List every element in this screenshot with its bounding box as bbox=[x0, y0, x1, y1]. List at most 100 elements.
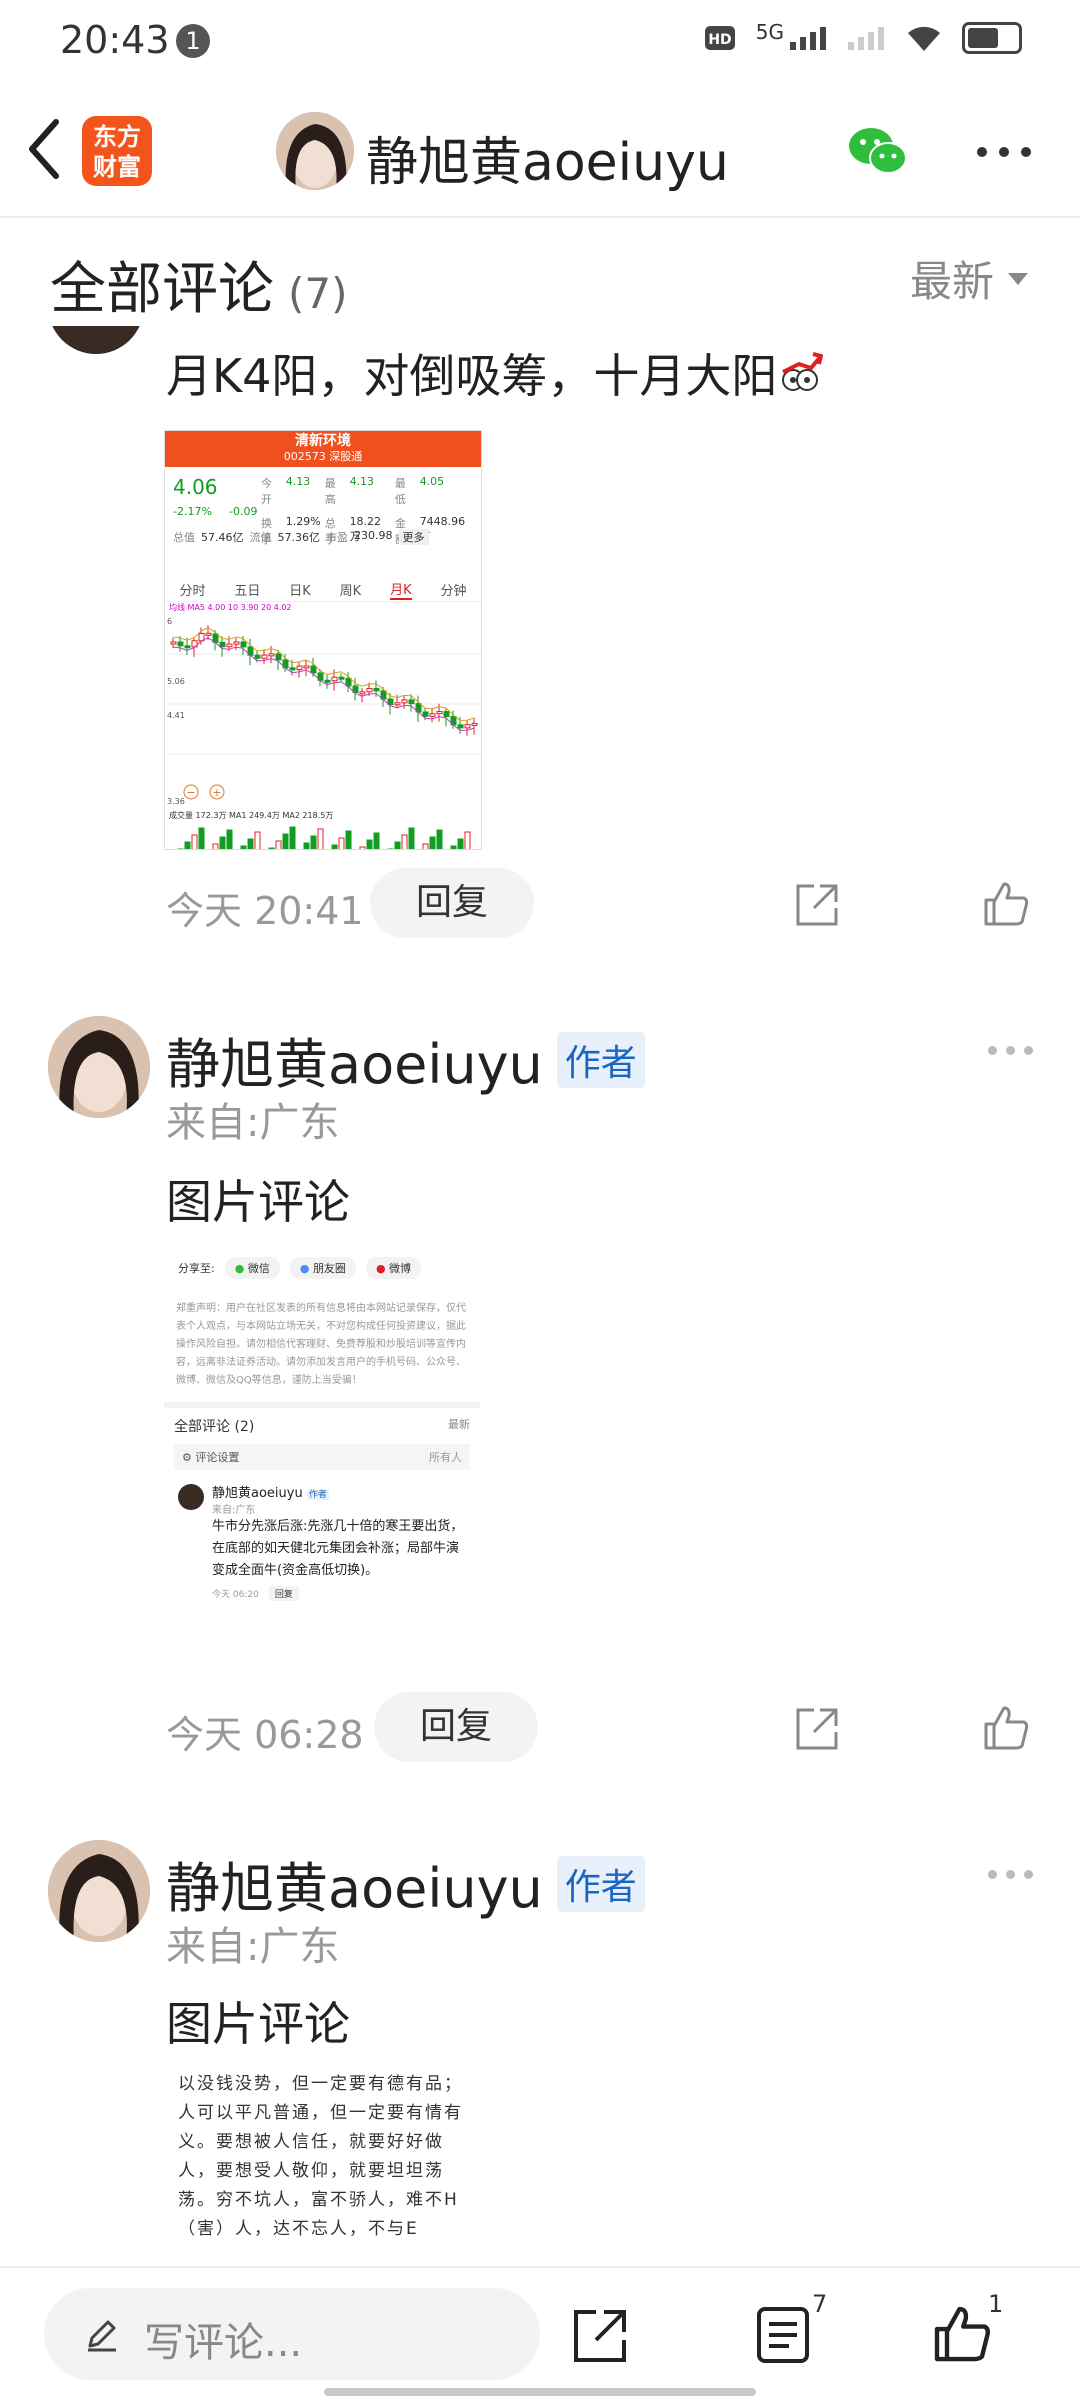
comment-more-icon[interactable] bbox=[988, 1046, 1033, 1055]
comments-list-icon[interactable] bbox=[756, 2306, 810, 2364]
svg-text:HD: HD bbox=[708, 32, 731, 48]
inner-text: 牛市分先涨后涨:先涨几十倍的寒王要出货，在底部的如天健北元集团会补涨；局部牛演变… bbox=[212, 1519, 464, 1578]
pencil-icon bbox=[88, 2320, 116, 2352]
candle-body bbox=[310, 665, 317, 674]
stock-tab: 日K bbox=[289, 583, 311, 599]
header-avatar[interactable] bbox=[276, 112, 354, 190]
volume-bar bbox=[359, 846, 366, 849]
author-row: 静旭黄aoeiuyu 作者 bbox=[166, 1844, 645, 1923]
status-icons: HD 5G bbox=[704, 20, 1022, 54]
sort-dropdown[interactable]: 最新 bbox=[910, 248, 1028, 309]
candle-body bbox=[233, 641, 240, 645]
candle-body bbox=[177, 641, 184, 647]
image-text-line: （害）人，达不忘人，不与E bbox=[178, 2219, 419, 2239]
candle-body bbox=[296, 665, 303, 671]
comment-time: 今天 20:41 bbox=[166, 889, 364, 933]
stock-tab: 周K bbox=[339, 583, 362, 599]
back-icon[interactable] bbox=[24, 114, 64, 184]
home-indicator[interactable] bbox=[324, 2388, 756, 2396]
volume-bar bbox=[450, 845, 457, 849]
volume-bar bbox=[268, 847, 275, 849]
more-button: 更多 bbox=[398, 529, 429, 545]
share-icon[interactable] bbox=[572, 2308, 628, 2364]
volume-bar bbox=[254, 831, 261, 849]
kline-chart: 6 5.06 4.41 3.36− + bbox=[165, 614, 481, 810]
price-label: 6 bbox=[167, 617, 172, 626]
volume-bar bbox=[282, 833, 289, 849]
wechat-icon[interactable] bbox=[846, 124, 910, 178]
inner-comments-header: 全部评论 (2) 最新 bbox=[164, 1408, 480, 1440]
comments-title: 全部评论 (7) bbox=[50, 244, 348, 325]
author-name[interactable]: 静旭黄aoeiuyu bbox=[166, 1020, 543, 1099]
candle-body bbox=[254, 654, 261, 659]
author-row: 静旭黄aoeiuyu 作者 bbox=[166, 1020, 645, 1099]
stock-tab: 五日 bbox=[234, 583, 261, 599]
price-label: 3.36 bbox=[167, 797, 185, 806]
candle-body bbox=[366, 687, 373, 693]
author-badge: 作者 bbox=[556, 1031, 645, 1088]
candle-body bbox=[240, 641, 247, 648]
stock-change-pct: -2.17% bbox=[173, 505, 212, 518]
candle-body bbox=[324, 679, 331, 683]
candle-body bbox=[373, 687, 380, 692]
share-target: 朋友圈 bbox=[312, 1262, 346, 1275]
quote-value: 4.05 bbox=[419, 475, 445, 488]
reply-button[interactable]: 回复 bbox=[374, 1692, 538, 1762]
stock-tab: 分时 bbox=[179, 583, 206, 599]
comments-title-text: 全部评论 bbox=[50, 257, 274, 322]
volume-bar bbox=[289, 826, 296, 849]
quote-value: 230.98 bbox=[354, 529, 393, 542]
like-icon[interactable] bbox=[982, 1704, 1030, 1752]
comment-input-placeholder[interactable]: 写评论... bbox=[144, 2310, 302, 2368]
rocket-emoji-icon bbox=[782, 352, 824, 391]
app-logo[interactable]: 东方 财富 bbox=[82, 116, 152, 186]
image-text-line: 以没钱没势，但一定要有德有品； bbox=[178, 2074, 463, 2094]
signal-icon bbox=[790, 27, 826, 50]
share-icon[interactable] bbox=[794, 1706, 840, 1752]
partial-avatar bbox=[48, 326, 144, 354]
like-icon[interactable] bbox=[932, 2304, 992, 2364]
volume-bar bbox=[373, 832, 380, 849]
more-icon[interactable] bbox=[976, 146, 1032, 158]
volume-bar bbox=[317, 828, 324, 849]
quote-label: 总值 bbox=[173, 531, 195, 544]
comment-more-icon[interactable] bbox=[988, 1870, 1033, 1879]
like-icon[interactable] bbox=[982, 880, 1030, 928]
volume-bar bbox=[247, 838, 254, 849]
stock-screenshot-image[interactable]: 清新环境 002573 深股通 4.06 -2.17% -0.09 今开 4.13… bbox=[164, 430, 482, 850]
candle-body bbox=[289, 667, 296, 671]
candle-body bbox=[457, 724, 464, 729]
inner-avatar bbox=[178, 1484, 204, 1510]
quote-value: 4.13 bbox=[285, 475, 311, 488]
disclaimer-text: 郑重声明：用户在社区发表的所有信息将由本网站记录保存，仅代表个人观点，与本网站立… bbox=[176, 1303, 466, 1386]
reply-button[interactable]: 回复 bbox=[370, 868, 534, 938]
share-icon[interactable] bbox=[794, 882, 840, 928]
stock-quote-panel: 4.06 -2.17% -0.09 今开 4.13 最高 4.13 最低 4.05 换… bbox=[165, 467, 481, 577]
ma-line: 均线 MA5 4.00 10 3.90 20 4.02 bbox=[169, 603, 292, 612]
quote-label: 市盈 bbox=[326, 531, 348, 544]
inner-comments-title: 全部评论 (2) bbox=[174, 1419, 255, 1435]
candle-body bbox=[464, 724, 471, 729]
candle-body bbox=[387, 698, 394, 706]
author-avatar[interactable] bbox=[48, 1840, 150, 1942]
volume-chart bbox=[177, 826, 471, 849]
volume-bar bbox=[240, 845, 247, 849]
text-screenshot-image[interactable]: 以没钱没势，但一定要有德有品； 人可以平凡普通，但一定要有情有 义。要想被人信任… bbox=[164, 2070, 480, 2266]
author-name[interactable]: 静旭黄aoeiuyu bbox=[166, 1844, 543, 1923]
logo-line-1: 东方 bbox=[93, 123, 141, 151]
status-time: 20:43 bbox=[60, 18, 170, 62]
volume-bar bbox=[464, 831, 471, 849]
candle-body bbox=[436, 711, 443, 715]
share-screenshot-image[interactable]: 分享至: ● 微信 ● 朋友圈 ● 微博 郑重声明：用户在社区发表的所有信息将由… bbox=[164, 1248, 480, 1672]
image-text-line: 人可以平凡普通，但一定要有情有 bbox=[178, 2103, 463, 2123]
author-badge: 作者 bbox=[556, 1855, 645, 1912]
comment-text: 图片评论 bbox=[166, 1997, 350, 2051]
share-moments: ● 朋友圈 bbox=[289, 1257, 356, 1279]
stock-price: 4.06 bbox=[173, 475, 218, 499]
candle-body bbox=[408, 699, 415, 705]
volume-bar bbox=[219, 836, 226, 849]
author-avatar[interactable] bbox=[48, 1016, 150, 1118]
image-text-line: 荡。穷不坑人，富不骄人，难不H bbox=[178, 2190, 459, 2210]
inner-author: 静旭黄aoeiuyu bbox=[212, 1486, 303, 1501]
candle-body bbox=[401, 699, 408, 704]
